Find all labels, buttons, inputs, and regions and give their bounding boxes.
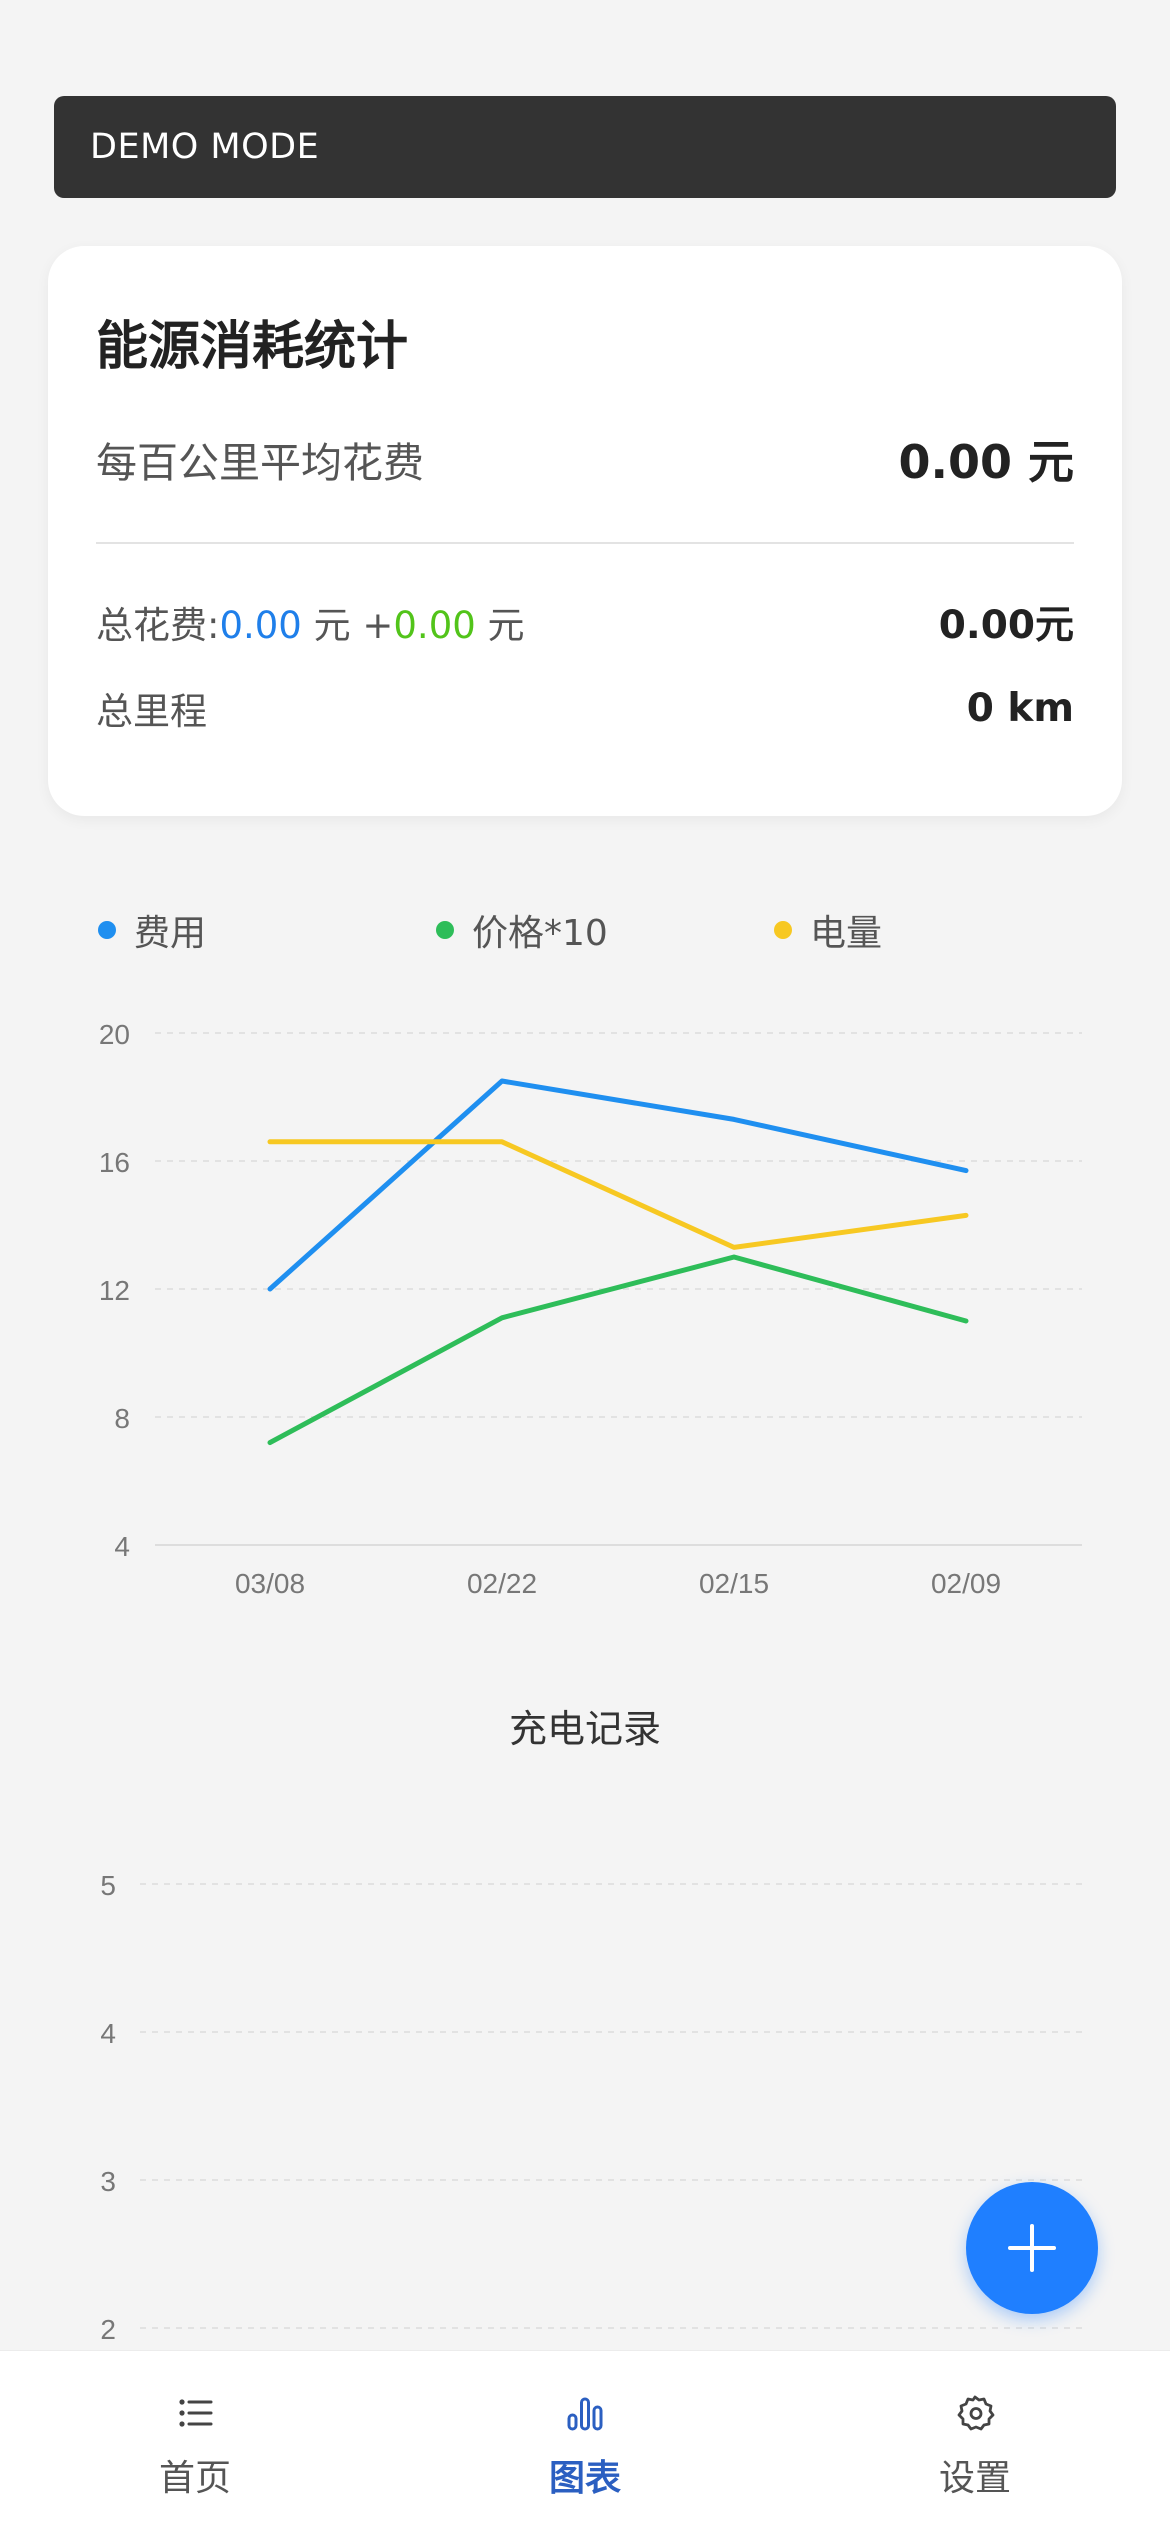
legend-label-cost: 费用: [134, 913, 207, 954]
y-tick-label: 3: [100, 2166, 116, 2197]
mileage-label: 总里程: [96, 690, 207, 733]
series-line-1: [267, 1254, 969, 1446]
total-cost-title: 总花费:: [96, 604, 220, 647]
x-tick-label: 02/09: [931, 1568, 1001, 1599]
legend-item-price[interactable]: 价格*10: [436, 900, 608, 960]
mileage-value: 0 km: [966, 685, 1074, 731]
charging-records-title: 充电记录: [508, 1707, 661, 1751]
card-title: 能源消耗统计: [96, 317, 409, 377]
demo-mode-text: DEMO MODE: [90, 127, 320, 167]
legend-label-energy: 电量: [810, 913, 883, 954]
y-tick-label: 12: [99, 1275, 130, 1306]
divider: [96, 542, 1074, 544]
legend-label-price: 价格*10: [472, 913, 608, 954]
series-line-0: [267, 1078, 969, 1292]
total-cost-label: 总花费:0.00 元 +0.00 元: [96, 595, 525, 649]
total-cost-unit1: 元 +: [301, 604, 394, 647]
tab-charts-label: 图表: [548, 2458, 621, 2499]
y-tick-label: 4: [114, 1531, 130, 1562]
total-cost-part2: 0.00: [393, 604, 476, 647]
y-tick-label: 20: [99, 1019, 130, 1050]
demo-mode-banner: DEMO MODE: [54, 96, 1116, 198]
legend-dot-cost: [98, 921, 116, 939]
legend-dot-price: [436, 921, 454, 939]
x-tick-label: 02/15: [699, 1568, 769, 1599]
list-icon: [179, 2399, 213, 2427]
avg-cost-row: 每百公里平均花费 0.00 元: [96, 424, 1074, 494]
page: DEMO MODE 能源消耗统计 每百公里平均花费 0.00 元 总花费:0.0…: [0, 0, 1170, 2532]
y-tick-label: 8: [114, 1403, 130, 1434]
total-cost-part1: 0.00: [219, 604, 302, 647]
y-tick-label: 2: [100, 2314, 116, 2345]
y-tick-label: 16: [99, 1147, 130, 1178]
tab-home-label: 首页: [158, 2458, 231, 2499]
tab-home[interactable]: 首页: [0, 2351, 390, 2532]
avg-cost-value: 0.00 元: [898, 435, 1074, 489]
tab-settings-label: 设置: [938, 2458, 1011, 2499]
bar-chart-icon: [567, 2397, 603, 2431]
bottom-tab-bar: 首页 图表 设置: [0, 2350, 1170, 2532]
legend-item-energy[interactable]: 电量: [774, 900, 882, 960]
energy-stats-card: 能源消耗统计 每百公里平均花费 0.00 元 总花费:0.00 元 +0.00 …: [48, 246, 1122, 816]
total-cost-value: 0.00元: [938, 603, 1074, 648]
x-tick-label: 02/22: [467, 1568, 537, 1599]
tab-settings[interactable]: 设置: [780, 2351, 1170, 2532]
total-cost-row: 总花费:0.00 元 +0.00 元 0.00元: [96, 594, 1074, 650]
total-cost-unit2: 元: [475, 604, 525, 647]
energy-line-chart: 4 8 12 16 20 03/08 02/22 02/15 02/09: [99, 1019, 1082, 1599]
tab-charts[interactable]: 图表: [390, 2351, 780, 2532]
gear-icon: [957, 2395, 995, 2431]
plus-icon: [1008, 2224, 1056, 2272]
mileage-row: 总里程 0 km: [96, 680, 1074, 736]
y-tick-label: 5: [100, 1870, 116, 1901]
legend-item-cost[interactable]: 费用: [98, 900, 206, 960]
y-tick-label: 4: [100, 2018, 116, 2049]
avg-cost-label: 每百公里平均花费: [96, 439, 424, 487]
x-tick-label: 03/08: [235, 1568, 305, 1599]
legend-dot-energy: [774, 921, 792, 939]
add-record-button[interactable]: [966, 2182, 1098, 2314]
chart-legend: 费用 价格*10 电量: [0, 900, 1170, 960]
